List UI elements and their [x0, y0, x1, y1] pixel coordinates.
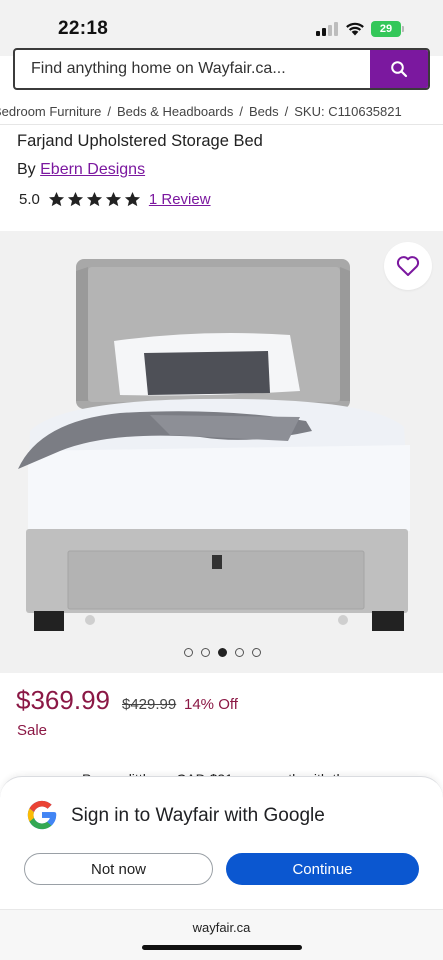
star-icon: [86, 192, 102, 207]
status-time: 22:18: [58, 18, 109, 39]
google-signin-sheet: [0, 776, 443, 909]
heart-icon: [396, 256, 420, 276]
pagination-dot[interactable]: [252, 648, 261, 657]
star-icon: [48, 192, 64, 207]
breadcrumb-item-beds[interactable]: Beds: [249, 104, 279, 119]
by-label: By: [17, 161, 36, 178]
pagination-dot[interactable]: [235, 648, 244, 657]
product-title: Farjand Upholstered Storage Bed: [17, 132, 263, 150]
gallery-pagination: [184, 648, 261, 657]
product-image-gallery[interactable]: [0, 231, 443, 673]
battery-cap: [402, 26, 404, 32]
divider: [0, 124, 443, 125]
google-logo-icon: [27, 800, 57, 830]
wifi-icon: [346, 22, 364, 36]
brand-line: By Ebern Designs: [17, 161, 145, 179]
breadcrumb-item-beds-headboards[interactable]: Beds & Headboards: [117, 104, 233, 119]
sku-label: SKU: C110635821: [294, 104, 402, 119]
home-indicator[interactable]: [142, 945, 302, 950]
discount-label: 14% Off: [184, 696, 238, 713]
price: $369.99: [16, 685, 110, 715]
favorite-button[interactable]: [384, 242, 432, 290]
search-button[interactable]: [370, 50, 428, 88]
search-icon: [391, 61, 408, 78]
cellular-signal-icon: [316, 22, 338, 36]
rating-row: 5.0 1 Review: [19, 191, 211, 208]
battery-icon: 29: [371, 21, 401, 37]
not-now-button[interactable]: Not now: [24, 853, 213, 885]
search-input[interactable]: [15, 50, 372, 88]
star-icon: [67, 192, 83, 207]
sale-label: Sale: [17, 722, 48, 739]
original-price: $429.99: [122, 696, 177, 713]
pagination-dot[interactable]: [184, 648, 193, 657]
url-text: wayfair.ca: [192, 920, 251, 935]
rating-value: 5.0: [19, 191, 40, 208]
breadcrumb-separator: /: [239, 104, 243, 119]
breadcrumb-item-bedroom-furniture[interactable]: Bedroom Furniture: [0, 104, 101, 119]
star-icon: [105, 192, 121, 207]
rating-stars: [48, 191, 141, 208]
star-icon: [124, 192, 140, 207]
reviews-link[interactable]: 1 Review: [149, 191, 211, 208]
brand-link[interactable]: Ebern Designs: [40, 161, 145, 178]
pagination-dot-active[interactable]: [218, 648, 227, 657]
product-image: [18, 259, 410, 631]
search-bar: [13, 48, 430, 90]
pagination-dot[interactable]: [201, 648, 210, 657]
battery-level: 29: [379, 23, 393, 35]
browser-url-bar[interactable]: wayfair.ca: [0, 909, 443, 960]
breadcrumb-separator: /: [107, 104, 112, 119]
breadcrumb: Bedroom Furniture / Beds & Headboards / Beds…: [0, 104, 443, 122]
google-signin-title: Sign in to Wayfair with Google: [71, 805, 325, 826]
continue-button[interactable]: Continue: [226, 853, 419, 885]
breadcrumb-separator: /: [284, 104, 289, 119]
